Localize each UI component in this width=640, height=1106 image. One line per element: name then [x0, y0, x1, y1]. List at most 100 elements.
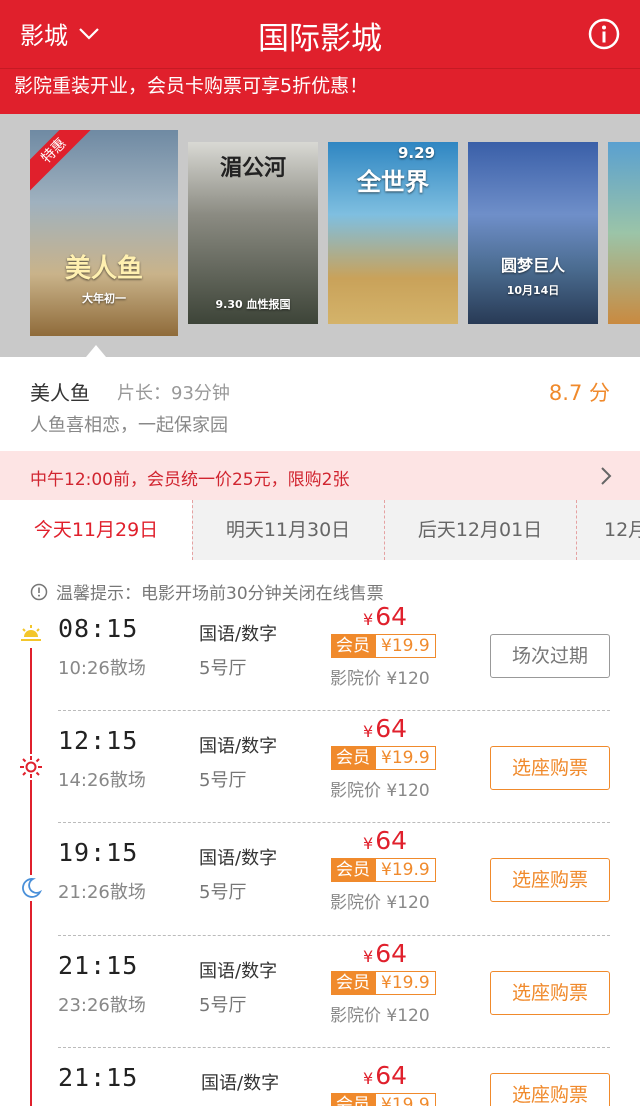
page-title: 国际影城	[258, 21, 382, 57]
poster-carousel[interactable]: 特惠 美人鱼 大年初一 湄公河 9.30 血性报国 全世界 9.29 圆梦巨人 …	[0, 114, 640, 357]
poster-world[interactable]: 全世界 9.29	[328, 142, 458, 324]
member-tag: 会员	[331, 971, 375, 995]
tab-day-after[interactable]: 后天12月01日	[384, 500, 576, 560]
session-end-time: 21:26散场	[58, 882, 146, 903]
session-language: 国语/数字	[199, 848, 278, 869]
session-start-time: 12:15	[58, 726, 139, 755]
session-price-value: 64	[375, 939, 407, 968]
session-language: 国语/数字	[199, 736, 278, 757]
session-price: ¥64	[363, 602, 407, 631]
session-hall: 5号厅	[199, 658, 247, 679]
session-price: ¥64	[363, 939, 407, 968]
member-price-value: ¥19.9	[375, 1093, 436, 1106]
promo-text: 中午12:00前，会员统一价25元，限购2张	[30, 470, 350, 490]
chevron-right-icon	[601, 467, 612, 485]
member-price-value: ¥19.9	[375, 858, 436, 882]
cinema-price: 影院价 ¥120	[330, 669, 430, 689]
member-price: 会员 ¥19.9	[331, 971, 436, 995]
session-language: 国语/数字	[199, 624, 278, 645]
session-price: ¥64	[363, 826, 407, 855]
poster-mermaid[interactable]: 特惠 美人鱼 大年初一	[30, 130, 178, 336]
poster-title: 湄公河	[219, 156, 286, 181]
session-start-time: 19:15	[58, 838, 139, 867]
tab-tomorrow[interactable]: 明天11月30日	[192, 500, 384, 560]
film-length: 片长：93分钟	[117, 383, 230, 404]
poster-caption: 大年初一	[82, 292, 126, 305]
member-price: 会员 ¥19.9	[331, 858, 436, 882]
session-divider	[58, 1047, 610, 1048]
session-price: ¥64	[363, 1063, 407, 1090]
session-price-value: 64	[375, 826, 407, 855]
buy-ticket-button[interactable]: 选座购票	[490, 858, 610, 902]
session-divider	[58, 710, 610, 711]
member-price-value: ¥19.9	[375, 971, 436, 995]
poster-caption: 9.30 血性报国	[215, 298, 291, 311]
member-tag: 会员	[331, 746, 375, 770]
session-start-time: 08:15	[58, 614, 139, 643]
poster-title: 圆梦巨人	[500, 256, 565, 275]
session-language: 国语/数字	[201, 1073, 280, 1094]
alert-icon	[30, 583, 48, 600]
session-price-value: 64	[375, 1063, 407, 1090]
tip-text: 温馨提示：电影开场前30分钟关闭在线售票	[56, 584, 384, 604]
poster-title: 美人鱼	[64, 254, 143, 284]
timeline-line	[30, 640, 32, 1106]
session-divider	[58, 822, 610, 823]
member-price: 会员 ¥19.9	[331, 1093, 436, 1106]
sun-icon	[18, 754, 44, 780]
film-name: 美人鱼	[30, 381, 90, 405]
session-expired-button[interactable]: 场次过期	[490, 634, 610, 678]
member-price: 会员 ¥19.9	[331, 634, 436, 658]
member-price-value: ¥19.9	[375, 746, 436, 770]
member-tag: 会员	[331, 634, 375, 658]
session-hall: 5号厅	[199, 770, 247, 791]
buy-ticket-button[interactable]: 选座购票	[490, 971, 610, 1015]
currency-symbol: ¥	[363, 1069, 374, 1088]
member-tag: 会员	[331, 1093, 375, 1106]
session-divider	[58, 935, 610, 936]
session-hall: 5号厅	[199, 995, 247, 1016]
promo-bar[interactable]: 中午12:00前，会员统一价25元，限购2张	[0, 451, 640, 500]
poster-pointer	[86, 345, 106, 357]
discount-badge: 特惠	[30, 130, 98, 195]
tab-today[interactable]: 今天11月29日	[0, 500, 192, 560]
session-start-time: 21:15	[58, 1063, 139, 1092]
poster-bfg[interactable]: 圆梦巨人 10月14日	[468, 142, 598, 324]
poster-title: 全世界	[357, 168, 429, 196]
member-price: 会员 ¥19.9	[331, 746, 436, 770]
member-price-value: ¥19.9	[375, 634, 436, 658]
member-tag: 会员	[331, 858, 375, 882]
film-info: 美人鱼 片长：93分钟 8.7 分 人鱼喜相恋，一起保家园	[0, 357, 640, 451]
cinema-price: 影院价 ¥120	[330, 781, 430, 801]
currency-symbol: ¥	[363, 610, 374, 629]
session-price-value: 64	[375, 602, 407, 631]
session-price-value: 64	[375, 714, 407, 743]
session-price: ¥64	[363, 714, 407, 743]
tab-next[interactable]: 12月	[576, 500, 640, 560]
currency-symbol: ¥	[363, 947, 374, 966]
poster-caption: 10月14日	[506, 284, 560, 297]
moon-icon	[18, 875, 44, 901]
film-score: 8.7 分	[548, 381, 610, 405]
buy-ticket-button[interactable]: 选座购票	[490, 746, 610, 790]
session-end-time: 23:26散场	[58, 995, 146, 1016]
session-row: 21:15 国语/数字 ¥64 会员 ¥19.9 选座购票	[58, 1063, 610, 1106]
session-row: 19:15 21:26散场 国语/数字 5号厅 ¥64 会员 ¥19.9 影院价 …	[58, 826, 610, 950]
poster-mekong[interactable]: 湄公河 9.30 血性报国	[188, 142, 318, 324]
currency-symbol: ¥	[363, 834, 374, 853]
cinema-price: 影院价 ¥120	[330, 893, 430, 913]
sunrise-icon	[18, 622, 44, 648]
buy-ticket-button[interactable]: 选座购票	[490, 1073, 610, 1106]
session-hall: 5号厅	[199, 882, 247, 903]
currency-symbol: ¥	[363, 722, 374, 741]
poster-next[interactable]	[608, 142, 640, 324]
session-end-time: 14:26散场	[58, 770, 146, 791]
notice-banner: 影院重装开业，会员卡购票可享5折优惠！	[0, 68, 640, 114]
warm-tip: 温馨提示：电影开场前30分钟关闭在线售票	[30, 579, 384, 604]
session-start-time: 21:15	[58, 951, 139, 980]
poster-caption: 9.29	[398, 144, 436, 162]
date-tabs: 今天11月29日 明天11月30日 后天12月01日 12月	[0, 500, 640, 560]
film-description: 人鱼喜相恋，一起保家园	[30, 415, 228, 436]
app-header: 影城 国际影城	[0, 0, 640, 68]
info-icon[interactable]	[588, 18, 620, 50]
